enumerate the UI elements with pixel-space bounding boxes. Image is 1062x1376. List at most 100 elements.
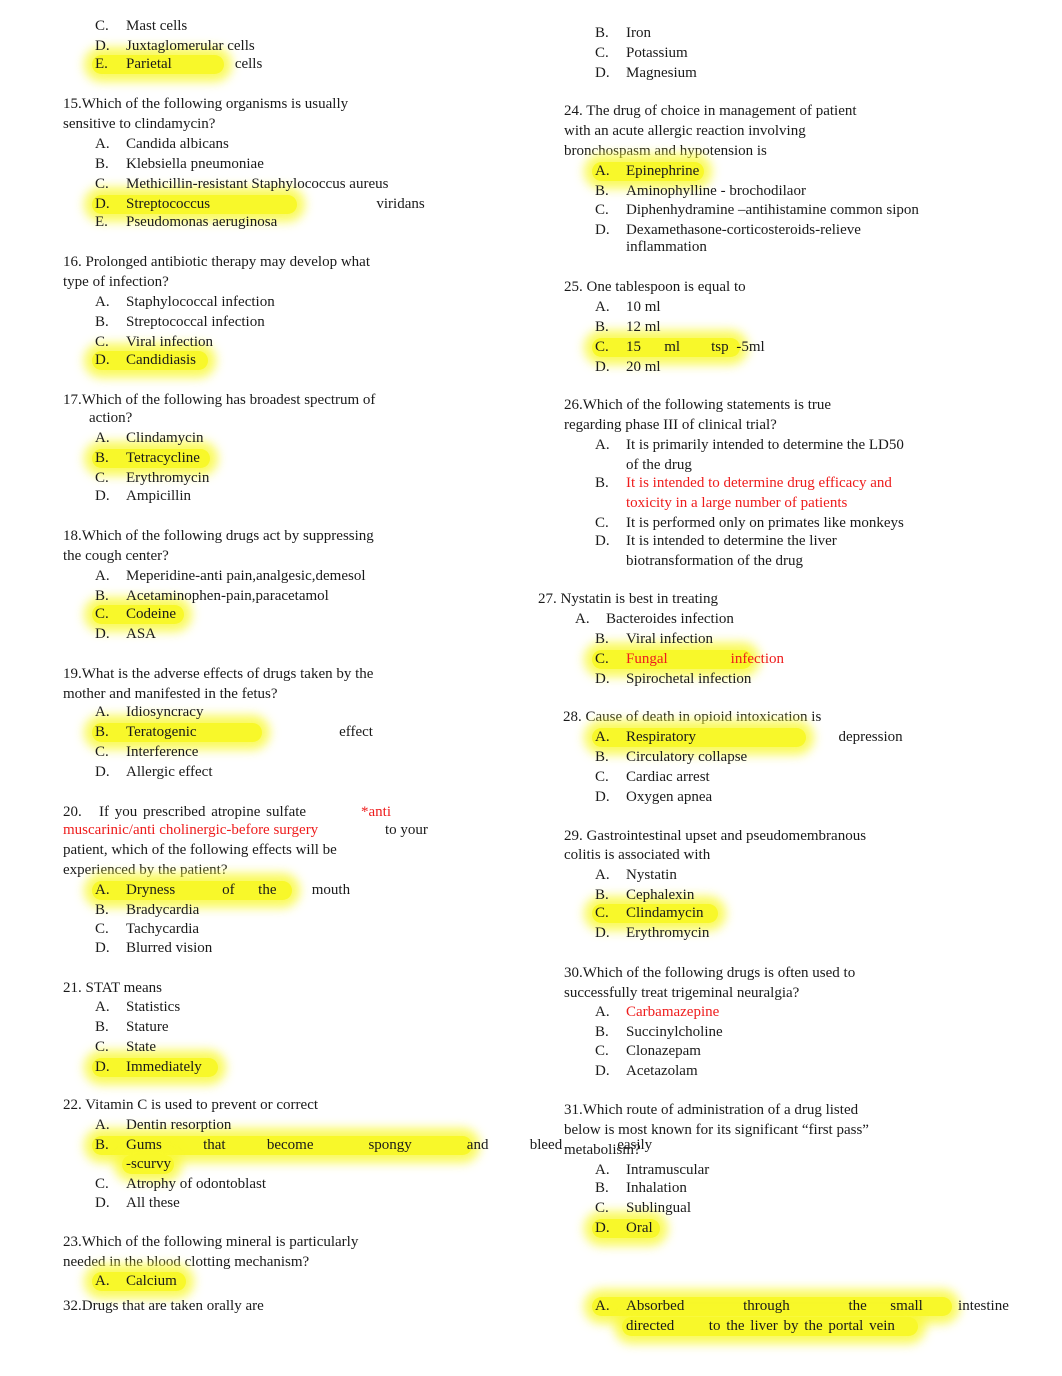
option-letter: D. <box>595 925 610 941</box>
option-letter: C. <box>95 744 109 760</box>
option-text: It is intended to determine drug efficac… <box>626 475 892 491</box>
option-letter: C. <box>95 1039 109 1055</box>
option-letter: A. <box>95 882 110 898</box>
option-letter: B. <box>595 749 609 765</box>
option-letter: B. <box>95 902 109 918</box>
option-letter: A. <box>595 729 610 745</box>
option-text: Bacteroides infection <box>606 611 734 627</box>
option-text: Magnesium <box>626 65 697 81</box>
q18-question-line: 18.Which of the following drugs act by s… <box>63 528 374 544</box>
option-text: Bradycardia <box>126 902 200 918</box>
option-letter: B. <box>595 25 609 41</box>
option-text: Atrophy of odontoblast <box>126 1176 266 1192</box>
option-text: Oral <box>626 1220 653 1236</box>
option-text: Blurred vision <box>126 940 213 956</box>
option-letter: D. <box>95 196 110 212</box>
q27-question-line: 27. Nystatin is best in treating <box>538 591 718 607</box>
q31-question-line: 31.Which route of administration of a dr… <box>564 1102 859 1118</box>
option-letter: C. <box>95 18 109 34</box>
option-text: Staphylococcal infection <box>126 294 275 310</box>
option-letter: A. <box>595 299 610 315</box>
option-letter: A. <box>595 1162 610 1178</box>
option-text: Tachycardia <box>126 921 200 937</box>
option-text: Meperidine-anti pain,analgesic,demesol <box>126 568 366 584</box>
option-text: It is intended to determine the liver <box>626 533 837 549</box>
option-letter: D. <box>95 38 110 54</box>
option-text: Diphenhydramine –antihistamine common si… <box>626 202 919 218</box>
option-text: Nystatin <box>626 867 677 883</box>
option-text: directed to the liver by the portal vein <box>626 1318 895 1334</box>
option-text: Spirochetal infection <box>626 671 752 687</box>
q26-option-d-continued: biotransformation of the drug <box>626 551 803 571</box>
option-letter: A. <box>95 1117 110 1133</box>
option-letter: C. <box>95 1176 109 1192</box>
q19-question-line: mother and manifested in the fetus? <box>63 686 278 702</box>
q24-question-line: with an acute allergic reaction involvin… <box>564 123 806 139</box>
option-letter: C. <box>95 921 109 937</box>
q24-option-d-continued: inflammation <box>626 237 707 257</box>
q29-question-line: 29. Gastrointestinal upset and pseudomem… <box>564 828 867 844</box>
option-letter: D. <box>95 764 110 780</box>
option-text: Iron <box>626 25 651 41</box>
q17-question-line: 17.Which of the following has broadest s… <box>63 392 376 408</box>
option-text: Teratogenic effect <box>126 724 373 740</box>
option-text: Candidiasis <box>126 352 196 368</box>
option-letter: D. <box>595 1220 610 1236</box>
option-letter: C. <box>595 905 609 921</box>
option-text: inflammation <box>626 239 707 255</box>
option-text: ASA <box>126 626 157 642</box>
option-letter: D. <box>95 352 110 368</box>
option-text: Clindamycin <box>626 905 704 921</box>
option-letter: E. <box>95 56 108 72</box>
option-text: Sublingual <box>626 1200 692 1216</box>
q26-question-line: 26.Which of the following statements is … <box>564 397 832 413</box>
option-letter: A. <box>95 430 110 446</box>
option-letter: C. <box>595 339 609 355</box>
option-text: 12 ml <box>626 319 661 335</box>
option-text: Cardiac arrest <box>626 769 710 785</box>
option-text: Clonazepam <box>626 1043 701 1059</box>
option-text: Fungal infection <box>626 651 784 667</box>
option-letter: B. <box>595 1180 609 1196</box>
q26-option-b-continued: toxicity in a large number of patients <box>626 493 847 513</box>
option-text: Mast cells <box>126 18 188 34</box>
q26-question-line: regarding phase III of clinical trial? <box>564 417 777 433</box>
q17-question-line: action? <box>89 410 133 426</box>
option-text: It is performed only on primates like mo… <box>626 515 904 531</box>
option-letter: D. <box>595 533 610 549</box>
option-letter: C. <box>595 515 609 531</box>
option-text: Klebsiella pneumoniae <box>126 156 264 172</box>
option-letter: B. <box>95 1019 109 1035</box>
option-letter: A. <box>95 136 110 152</box>
q22-question-line: 22. Vitamin C is used to prevent or corr… <box>63 1097 319 1113</box>
option-letter: B. <box>595 475 609 491</box>
option-letter: B. <box>95 314 109 330</box>
option-letter: A. <box>95 999 110 1015</box>
option-text: Cephalexin <box>626 887 695 903</box>
option-letter: C. <box>95 470 109 486</box>
option-text: Immediately <box>126 1059 202 1075</box>
option-text: toxicity in a large number of patients <box>626 495 848 511</box>
option-letter: B. <box>95 1137 109 1153</box>
option-letter: C. <box>595 651 609 667</box>
option-text: Dryness of the mouth <box>126 882 351 898</box>
option-text: Erythromycin <box>126 470 210 486</box>
option-letter: C. <box>95 606 109 622</box>
q22-option-b-continued: -scurvy <box>126 1154 171 1174</box>
q24-question-line: 24. The drug of choice in management of … <box>564 103 857 119</box>
option-letter: C. <box>95 334 109 350</box>
option-letter: D. <box>595 789 610 805</box>
option-letter: A. <box>595 1298 610 1314</box>
option-text: Parietal cells <box>126 56 263 72</box>
option-text: Stature <box>126 1019 169 1035</box>
option-text: Pseudomonas aeruginosa <box>126 214 278 230</box>
option-text: Interference <box>126 744 199 760</box>
option-letter: D. <box>95 488 110 504</box>
q20-annotation: muscarinic/anti cholinergic-before surge… <box>63 822 319 838</box>
option-text: biotransformation of the drug <box>626 553 804 569</box>
option-letter: A. <box>595 163 610 179</box>
option-letter: A. <box>595 867 610 883</box>
option-text: 20 ml <box>626 359 661 375</box>
option-letter: A. <box>595 1004 610 1020</box>
option-letter: D. <box>95 1059 110 1075</box>
